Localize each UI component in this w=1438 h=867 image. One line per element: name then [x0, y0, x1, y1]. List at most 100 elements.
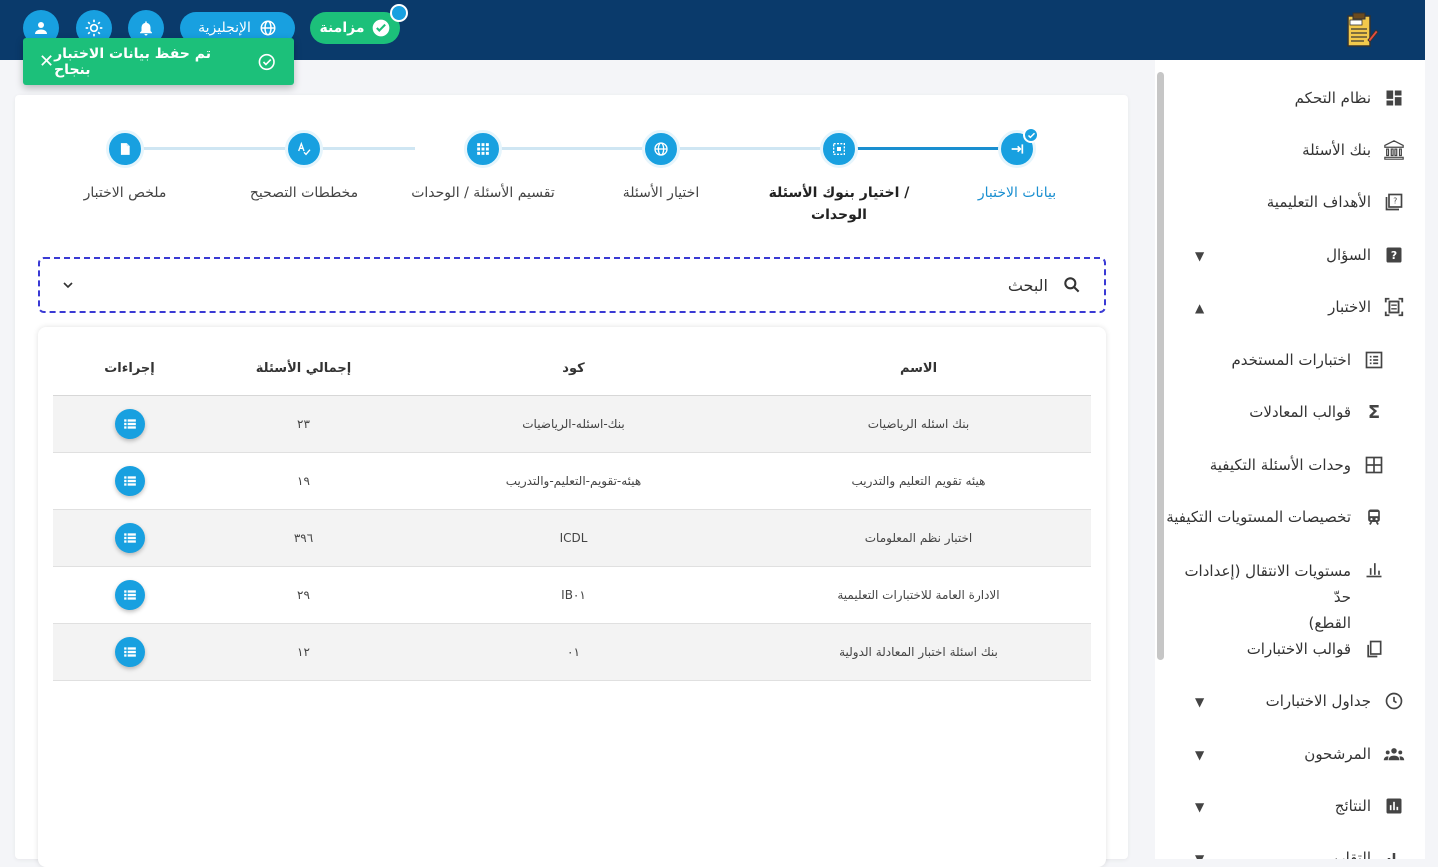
- chevron-down-icon[interactable]: ▼: [1195, 852, 1204, 859]
- search-expander[interactable]: البحث: [38, 257, 1106, 313]
- stepper: بيانات الاختبار اختيار بنوك الأسئلة / الو…: [15, 125, 1128, 235]
- sidebar-item-label: اختبارات المستخدم: [1231, 351, 1351, 369]
- svg-text:?: ?: [1393, 197, 1397, 206]
- sync-label: مزامنة: [319, 20, 365, 36]
- sidebar-item-candidates[interactable]: المرشحون: [1304, 743, 1405, 765]
- exam-logo-icon[interactable]: [1340, 10, 1380, 50]
- step-label: بيانات الاختبار: [977, 185, 1057, 201]
- table-row[interactable]: هيئه تقويم التعليم والتدريب هيئه-تقويم-ا…: [53, 452, 1091, 510]
- step-label-line2: الوحدات: [811, 207, 867, 223]
- sidebar-item-adaptive-levels[interactable]: تخصيصات المستويات التكيفية: [1166, 506, 1385, 528]
- sidebar-item-objectives[interactable]: ? الأهداف التعليمية: [1267, 191, 1405, 213]
- chevron-down-icon[interactable]: ▼: [1195, 748, 1204, 762]
- bell-icon: [140, 21, 152, 36]
- results-icon: [1383, 795, 1405, 817]
- sync-button[interactable]: مزامنة: [310, 4, 408, 44]
- step-select-icon: [833, 143, 845, 155]
- sidebar-item-exam-schedules[interactable]: جداول الاختبارات: [1266, 690, 1405, 712]
- step-select-banks[interactable]: اختيار بنوك الأسئلة / الوحدات: [754, 130, 924, 226]
- sidebar-item-label: تخصيصات المستويات التكيفية: [1166, 508, 1351, 526]
- row-action-button[interactable]: [114, 579, 145, 610]
- cell-actions: [53, 566, 206, 624]
- step-circle: [285, 130, 323, 168]
- step-grading-schemes[interactable]: مخططات التصحيح: [219, 130, 389, 204]
- cell-code: IB٠١: [401, 566, 746, 624]
- step-split-questions[interactable]: تقسيم الأسئلة / الوحدات: [398, 130, 568, 204]
- step-exam-data[interactable]: بيانات الاختبار: [932, 127, 1102, 204]
- sidebar-item-label: السؤال: [1326, 246, 1371, 264]
- sidebar-item-question[interactable]: ? السؤال: [1326, 244, 1405, 266]
- cell-code: هيئه-تقويم-التعليم-والتدريب: [401, 452, 746, 510]
- list-icon: [123, 646, 136, 657]
- header-total-questions[interactable]: إجمالي الأسئلة: [206, 342, 401, 396]
- step-circle: [464, 130, 502, 168]
- cell-code: ٠١: [401, 623, 746, 681]
- sidebar-scrollbar[interactable]: [1155, 60, 1165, 859]
- header-code[interactable]: كود: [401, 342, 746, 396]
- chevron-down-icon[interactable]: ▼: [1195, 249, 1204, 263]
- step-apps-icon: [477, 143, 489, 155]
- table-row[interactable]: اختبار نظم المعلومات ICDL ٣٩٦: [53, 509, 1091, 567]
- table-row[interactable]: بنك اسئلة اختبار المعادلة الدولية ٠١ ١٢: [53, 623, 1091, 681]
- sidebar-item-reports[interactable]: التقارير: [1326, 847, 1405, 859]
- chevron-up-icon[interactable]: ▲: [1195, 301, 1204, 315]
- sidebar-item-results[interactable]: النتائج: [1335, 795, 1405, 817]
- grid-icon: [1363, 454, 1385, 476]
- cell-actions: [53, 623, 206, 681]
- row-action-button[interactable]: [114, 522, 145, 553]
- sidebar-item-label: قوالب الاختبارات: [1246, 640, 1351, 658]
- cell-total: ١٩: [206, 452, 401, 510]
- cell-name: هيئه تقويم التعليم والتدريب: [746, 452, 1091, 510]
- list-icon: [1363, 349, 1385, 371]
- cell-actions: [53, 395, 206, 453]
- objectives-icon: ?: [1383, 191, 1405, 213]
- list-icon: [123, 589, 136, 600]
- sidebar-item-equation-templates[interactable]: Σ قوالب المعادلات: [1249, 401, 1385, 423]
- sidebar-item-exam[interactable]: الاختبار: [1328, 296, 1405, 318]
- step-spellcheck-icon: [298, 141, 311, 156]
- cell-name: بنك اسئلة اختبار المعادلة الدولية: [746, 623, 1091, 681]
- step-circle: [642, 130, 680, 168]
- globe-icon: [260, 20, 276, 36]
- row-action-button[interactable]: [114, 408, 145, 439]
- table-row[interactable]: بنك اسئله الرياضيات بنك-اسئله-الرياضيات …: [53, 395, 1091, 453]
- sidebar-item-question-bank[interactable]: بنك الأسئلة: [1302, 139, 1405, 161]
- sidebar-item-label: المرشحون: [1304, 745, 1371, 763]
- sidebar-item-user-exams[interactable]: اختبارات المستخدم: [1231, 349, 1385, 371]
- sidebar-item-label: الأهداف التعليمية: [1266, 193, 1371, 211]
- sidebar-item-label: بنك الأسئلة: [1302, 141, 1371, 159]
- sidebar-scroll-thumb[interactable]: [1157, 72, 1164, 660]
- list-icon: [123, 418, 136, 429]
- theme-icon: [85, 19, 103, 37]
- list-icon: [123, 532, 136, 543]
- step-exam-summary[interactable]: ملخص الاختبار: [40, 130, 210, 204]
- chevron-down-icon[interactable]: [60, 277, 76, 293]
- sidebar-item-exam-templates[interactable]: قوالب الاختبارات: [1247, 638, 1385, 660]
- sidebar-item-label: مستويات الانتقال (إعدادات حدّ: [1184, 562, 1351, 606]
- step-circle: [106, 130, 144, 168]
- step-select-questions[interactable]: اختيار الأسئلة: [576, 130, 746, 204]
- row-action-button[interactable]: [114, 465, 145, 496]
- row-action-button[interactable]: [114, 636, 145, 667]
- chevron-down-icon[interactable]: ▼: [1195, 800, 1204, 814]
- sidebar-item-label: التقارير: [1325, 849, 1371, 859]
- sigma-icon: Σ: [1367, 401, 1381, 423]
- header-name[interactable]: الاسم: [746, 342, 1091, 396]
- sidebar-item-label: قوالب المعادلات: [1249, 403, 1351, 421]
- reports-icon: [1383, 847, 1405, 859]
- sidebar-item-label-wrap: مستويات الانتقال (إعدادات حدّ القطع): [1169, 558, 1351, 636]
- toast-close-icon[interactable]: ✕: [39, 51, 54, 72]
- sidebar-item-dashboard[interactable]: نظام التحكم: [1295, 87, 1405, 109]
- chevron-down-icon[interactable]: ▼: [1195, 695, 1204, 709]
- cell-code: ICDL: [401, 509, 746, 567]
- template-icon: [1363, 638, 1385, 660]
- sidebar-item-adaptive-units[interactable]: وحدات الأسئلة التكيفية: [1210, 454, 1385, 476]
- table-row[interactable]: الادارة العامة للاختبارات التعليمية IB٠١…: [53, 566, 1091, 624]
- sidebar: نظام التحكم بنك الأسئلة ? الأهداف التعلي…: [1155, 60, 1425, 859]
- cell-total: ١٢: [206, 623, 401, 681]
- cell-name: الادارة العامة للاختبارات التعليمية: [746, 566, 1091, 624]
- step-label: اختيار الأسئلة: [622, 185, 700, 201]
- cell-total: ٢٩: [206, 566, 401, 624]
- sidebar-item-transition-levels[interactable]: مستويات الانتقال (إعدادات حدّ القطع): [1169, 558, 1385, 636]
- sync-status-dot: [390, 4, 408, 22]
